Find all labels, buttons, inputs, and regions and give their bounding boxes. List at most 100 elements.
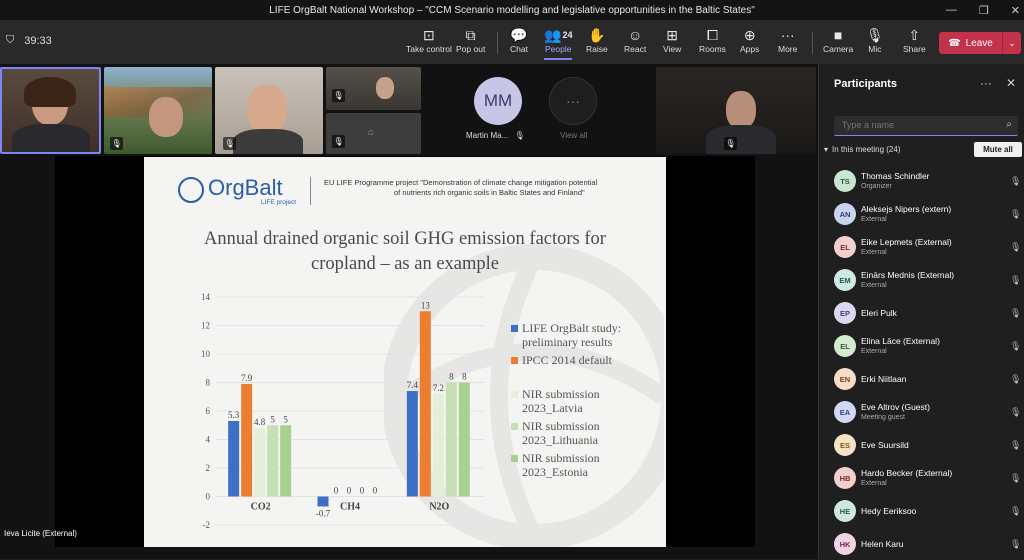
apps-button[interactable]: ⊕ Apps — [740, 26, 759, 54]
orgbalt-logo-text: OrgBalt — [208, 175, 283, 201]
bar-value-label: 5.3 — [228, 410, 240, 420]
bar — [446, 383, 457, 497]
mic-off-icon[interactable]: 🎙 — [1010, 308, 1022, 319]
camera-button[interactable]: ■ Camera — [823, 26, 853, 54]
people-button[interactable]: 👥24 People — [544, 26, 572, 54]
participant-row[interactable]: HEHedy Eeriksoo🎙 — [834, 495, 1022, 527]
bar — [280, 425, 291, 496]
avatar-martin[interactable]: MM — [474, 77, 522, 125]
mic-off-icon[interactable]: 🎙 — [1010, 176, 1022, 187]
participant-avatar: EL — [834, 236, 856, 258]
raise-hand-button[interactable]: ✋ Raise — [586, 26, 608, 54]
mic-off-icon[interactable]: 🎙 — [1010, 242, 1022, 253]
participant-role: Organizer — [861, 182, 1010, 191]
video-tile-participant-2[interactable]: 🎙 — [104, 67, 212, 154]
mic-off-icon[interactable]: 🎙 — [1010, 440, 1022, 451]
participant-search-input[interactable] — [842, 120, 992, 130]
legend-line: 2023_Estonia — [522, 465, 600, 479]
mic-icon: 🎙 — [866, 26, 884, 44]
y-tick-label: 10 — [201, 349, 211, 359]
video-tile-participant-4[interactable]: 🎙 — [326, 67, 421, 110]
participant-name: Elina Lāce (External) — [861, 336, 1010, 347]
chat-button[interactable]: 💬 Chat — [510, 26, 528, 54]
panel-more-icon[interactable]: ··· — [980, 76, 992, 90]
mic-off-icon: 🎙 — [514, 131, 524, 140]
apps-icon: ⊕ — [744, 26, 756, 44]
mic-off-icon[interactable]: 🎙 — [1010, 209, 1022, 220]
panel-close-icon[interactable]: ✕ — [1006, 76, 1016, 90]
pop-out-button[interactable]: ⧉ Pop out — [456, 26, 485, 54]
rooms-button[interactable]: ⧠ Rooms — [699, 26, 726, 54]
participant-info: Thomas SchindlerOrganizer — [861, 171, 1010, 191]
mic-off-icon[interactable]: 🎙 — [1010, 407, 1022, 418]
bar-value-label: 0 — [360, 486, 365, 496]
apps-label: Apps — [740, 44, 759, 54]
video-tile-participant-5[interactable]: ⌂ 🎙 — [326, 113, 421, 154]
timer-text: 39:33 — [24, 35, 52, 47]
phone-hangup-icon: ☎ — [948, 38, 960, 49]
project-line-2: of nutrients rich organic soils in Balti… — [324, 188, 644, 198]
restore-icon[interactable]: ❐ — [979, 4, 989, 17]
participant-avatar: ES — [834, 434, 856, 456]
mute-all-button[interactable]: Mute all — [974, 142, 1022, 157]
slide-title-line-1: Annual drained organic soil GHG emission… — [164, 227, 646, 252]
mic-off-icon[interactable]: 🎙 — [1010, 506, 1022, 517]
mic-off-icon[interactable]: 🎙 — [1010, 275, 1022, 286]
legend-label: NIR submission2023_Lithuania — [522, 419, 600, 447]
mic-off-icon[interactable]: 🎙 — [1010, 374, 1022, 385]
participant-row[interactable]: ENErki Niitlaan🎙 — [834, 363, 1022, 395]
bar-value-label: 8 — [449, 372, 454, 382]
window-title: LIFE OrgBalt National Workshop – "CCM Sc… — [269, 5, 755, 16]
mic-button[interactable]: 🎙 Mic — [866, 26, 884, 54]
people-icon: 👥 — [544, 26, 561, 44]
leave-button[interactable]: ☎Leave ⌄ — [939, 32, 1021, 54]
people-count: 24 — [562, 26, 572, 44]
participant-row[interactable]: EAEve Altrov (Guest)Meeting guest🎙 — [834, 396, 1022, 428]
bar-value-label: 7.9 — [241, 373, 253, 383]
video-tile-active-speaker[interactable] — [0, 67, 101, 154]
react-button[interactable]: ☺ React — [624, 26, 646, 54]
legend-swatch — [511, 325, 518, 332]
participant-row[interactable]: ELElina Lāce (External)External🎙 — [834, 330, 1022, 362]
participant-row[interactable]: HKHelen Karu🎙 — [834, 528, 1022, 560]
legend-line: NIR submission — [522, 387, 600, 401]
legend-line: LIFE OrgBalt study: — [522, 321, 621, 335]
meeting-timer: ⛉ 39:33 — [6, 34, 52, 47]
mic-off-icon[interactable]: 🎙 — [1010, 341, 1022, 352]
legend-line: 2023_Lithuania — [522, 433, 600, 447]
participant-face — [247, 85, 287, 133]
participant-row[interactable]: ELEike Lepmets (External)External🎙 — [834, 231, 1022, 263]
view-all-label: View all — [560, 131, 587, 140]
close-window-icon[interactable]: ✕ — [1011, 4, 1020, 17]
share-icon: ⇧ — [908, 26, 920, 44]
in-meeting-section[interactable]: ▾ In this meeting (24) — [824, 145, 901, 154]
participant-row[interactable]: ESEve Suursild🎙 — [834, 429, 1022, 461]
participant-row[interactable]: EMEinārs Mednis (External)External🎙 — [834, 264, 1022, 296]
participant-row[interactable]: ANAleksejs Nipers (extern)External🎙 — [834, 198, 1022, 230]
take-control-button[interactable]: ⊡ Take control — [406, 26, 452, 54]
more-button[interactable]: ··· More — [778, 26, 797, 54]
participant-search[interactable]: ⌕ — [834, 116, 1018, 136]
video-tile-participant-6[interactable]: 🎙 — [656, 67, 816, 154]
share-label: Share — [903, 44, 926, 54]
legend-swatch — [511, 455, 518, 462]
leave-options-chevron-icon[interactable]: ⌄ — [1003, 38, 1021, 49]
orgbalt-logo-sub: LIFE project — [261, 199, 296, 206]
ellipsis-icon: ··· — [566, 93, 580, 109]
participant-row[interactable]: EPEleri Pulk🎙 — [834, 297, 1022, 329]
view-button[interactable]: ⊞ View — [663, 26, 681, 54]
mic-off-icon: 🎙 — [724, 137, 737, 150]
mic-off-icon: 🎙 — [332, 135, 345, 148]
minimize-icon[interactable]: — — [946, 4, 957, 16]
view-all-button[interactable]: ··· — [549, 77, 597, 125]
y-tick-label: 6 — [206, 406, 211, 416]
participant-info: Helen Karu — [861, 539, 1010, 550]
mic-off-icon[interactable]: 🎙 — [1010, 473, 1022, 484]
participant-name: Aleksejs Nipers (extern) — [861, 204, 1010, 215]
participant-row[interactable]: TSThomas SchindlerOrganizer🎙 — [834, 165, 1022, 197]
participant-row[interactable]: HBHardo Becker (External)External🎙 — [834, 462, 1022, 494]
video-tile-participant-3[interactable]: 🎙 — [215, 67, 323, 154]
legend-item: NIR submission2023_Lithuania — [511, 419, 661, 447]
share-button[interactable]: ⇧ Share — [903, 26, 926, 54]
mic-off-icon[interactable]: 🎙 — [1010, 539, 1022, 550]
